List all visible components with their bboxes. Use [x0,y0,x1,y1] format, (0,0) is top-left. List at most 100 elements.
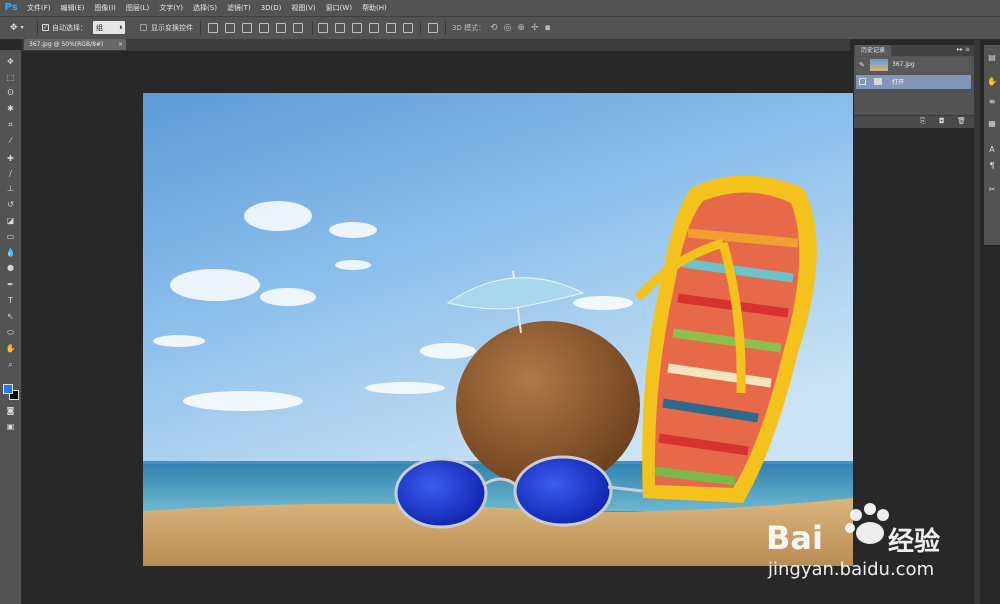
eraser-tool-icon[interactable]: ◪ [5,215,16,226]
distribute-buttons [318,21,413,34]
document-tab-title: 367.jpg @ 50%(RGB/8#) [29,41,104,48]
auto-select-dropdown[interactable]: 组 ⬍ [93,21,125,34]
divider [200,21,201,35]
menu-window[interactable]: 窗口(W) [321,0,357,16]
camera-icon[interactable]: ◘ [939,117,945,125]
document-tab-bar [22,39,850,51]
drag-3d-icon[interactable]: ⊕ [517,23,525,33]
auto-align-icon [428,22,438,33]
watermark-brand: Bai [766,519,823,557]
dodge-tool-icon[interactable]: ● [5,262,16,273]
beach-photo [143,93,853,566]
menu-image[interactable]: 图像(I) [89,0,121,16]
quick-select-tool-icon[interactable]: ✱ [5,103,16,114]
align-right-icon[interactable] [293,22,303,33]
history-state-open[interactable]: 打开 [856,75,971,89]
move-tool-icon[interactable]: ✥ [5,56,16,67]
zoom-tool-icon[interactable]: ⌕ [5,359,16,370]
move-tool-icon: ✥ [10,22,18,33]
distribute-bottom-icon[interactable] [352,22,362,33]
divider [37,21,38,35]
menu-layer[interactable]: 图层(L) [121,0,154,16]
tools-preset-icon[interactable]: ✂ [986,185,998,195]
menu-file[interactable]: 文件(F) [22,0,56,16]
distribute-left-icon[interactable] [369,22,379,33]
mode-3d-label: 3D 模式： [452,23,486,32]
document-tab[interactable]: 367.jpg @ 50%(RGB/8#) × [24,39,126,50]
align-bottom-icon[interactable] [242,22,252,33]
screen-mode-icon[interactable]: ▣ [5,421,16,432]
new-document-from-state-icon[interactable]: ⎘ [920,117,926,126]
type-tool-icon[interactable]: T [5,295,16,306]
distribute-hcenter-icon[interactable] [386,22,396,33]
roll-3d-icon[interactable]: ◎ [504,23,512,33]
divider [445,21,446,35]
distribute-top-icon[interactable] [318,22,328,33]
tools-panel: ✥ ⬚ ʘ ✱ ⌗ ⁄ ✚ ∕ ⊥ ↺ ◪ ▭ 💧 ● ✒ T ↖ ⬭ ✋ ⌕ … [0,50,22,604]
shape-tool-icon[interactable]: ⬭ [5,327,16,338]
history-snapshot[interactable]: ✎ 367.jpg [856,57,971,74]
history-state-label: 打开 [892,79,905,86]
distribute-vcenter-icon[interactable] [335,22,345,33]
properties-panel-icon[interactable]: ≡ [986,97,998,107]
menu-filter[interactable]: 滤镜(T) [222,0,256,16]
brush-tool-icon[interactable]: ∕ [5,168,16,179]
close-icon[interactable]: × [118,39,123,50]
chevron-down-icon: ▾ [20,24,24,31]
align-vcenter-icon[interactable] [225,22,235,33]
align-hcenter-icon[interactable] [276,22,286,33]
lasso-tool-icon[interactable]: ʘ [5,87,16,98]
pen-tool-icon[interactable]: ✒ [5,279,16,290]
move-tool-preset[interactable]: ✥ ▾ [10,21,24,34]
path-select-tool-icon[interactable]: ↖ [5,311,16,322]
brush-source-icon[interactable]: ✎ [859,61,865,69]
watermark-brand2: 经验 [888,527,941,557]
blur-tool-icon[interactable]: 💧 [5,247,16,258]
photoshop-logo: Ps [4,2,18,13]
healing-brush-tool-icon[interactable]: ✚ [5,153,16,164]
tab-history[interactable]: 历史记录 [855,45,891,56]
eyedropper-tool-icon[interactable]: ⁄ [5,135,16,146]
menu-view[interactable]: 视图(V) [286,0,320,16]
paragraph-panel-icon[interactable]: ¶ [986,161,998,171]
crop-tool-icon[interactable]: ⌗ [5,119,16,130]
divider [420,21,421,35]
menu-help[interactable]: 帮助(H) [357,0,392,16]
chevron-updown-icon: ⬍ [118,24,123,31]
history-panel-footer: ⎘ ◘ 🗑 [854,115,974,128]
menu-type[interactable]: 文字(Y) [154,0,188,16]
baidu-jingyan-watermark: Bai 经验 jingyan.baidu.com [766,495,996,587]
snapshot-thumbnail [870,59,888,71]
foreground-color-swatch[interactable] [3,384,13,394]
snapshot-name: 367.jpg [892,61,915,68]
panel-menu-icon[interactable]: ▸▸ ≡ [957,46,970,53]
align-top-icon[interactable] [208,22,218,33]
scale-3d-icon[interactable]: ▪ [545,23,551,33]
auto-align-button[interactable] [428,21,438,34]
hand-tool-icon[interactable]: ✋ [5,343,16,354]
align-left-icon[interactable] [259,22,269,33]
character-panel-icon[interactable]: A [986,145,998,155]
layers-panel-icon[interactable]: ▤ [986,53,998,63]
adjustments-panel-icon[interactable]: ✋ [986,77,998,87]
trash-icon[interactable]: 🗑 [957,117,966,125]
channels-panel-icon[interactable]: ▦ [986,119,998,129]
slide-3d-icon[interactable]: ✢ [531,23,539,33]
watermark-url: jingyan.baidu.com [768,559,935,580]
divider [312,21,313,35]
state-checkbox-icon[interactable] [859,78,866,85]
quick-mask-icon[interactable]: ◙ [5,405,16,416]
clone-stamp-tool-icon[interactable]: ⊥ [5,183,16,194]
orbit-3d-icon[interactable]: ⟲ [490,23,498,33]
gradient-tool-icon[interactable]: ▭ [5,231,16,242]
marquee-tool-icon[interactable]: ⬚ [5,72,16,83]
menu-3d[interactable]: 3D(D) [256,0,287,16]
distribute-right-icon[interactable] [403,22,413,33]
auto-select-checkbox[interactable]: ✓ 自动选择： [42,21,87,34]
show-transform-checkbox[interactable]: 显示变换控件 [140,21,193,34]
history-brush-tool-icon[interactable]: ↺ [5,199,16,210]
document-image[interactable] [143,93,853,566]
collapsed-panels-strip: ▤ ✋ ≡ ▦ A ¶ ✂ [984,45,1000,245]
menu-edit[interactable]: 编辑(E) [56,0,90,16]
menu-select[interactable]: 选择(S) [188,0,222,16]
